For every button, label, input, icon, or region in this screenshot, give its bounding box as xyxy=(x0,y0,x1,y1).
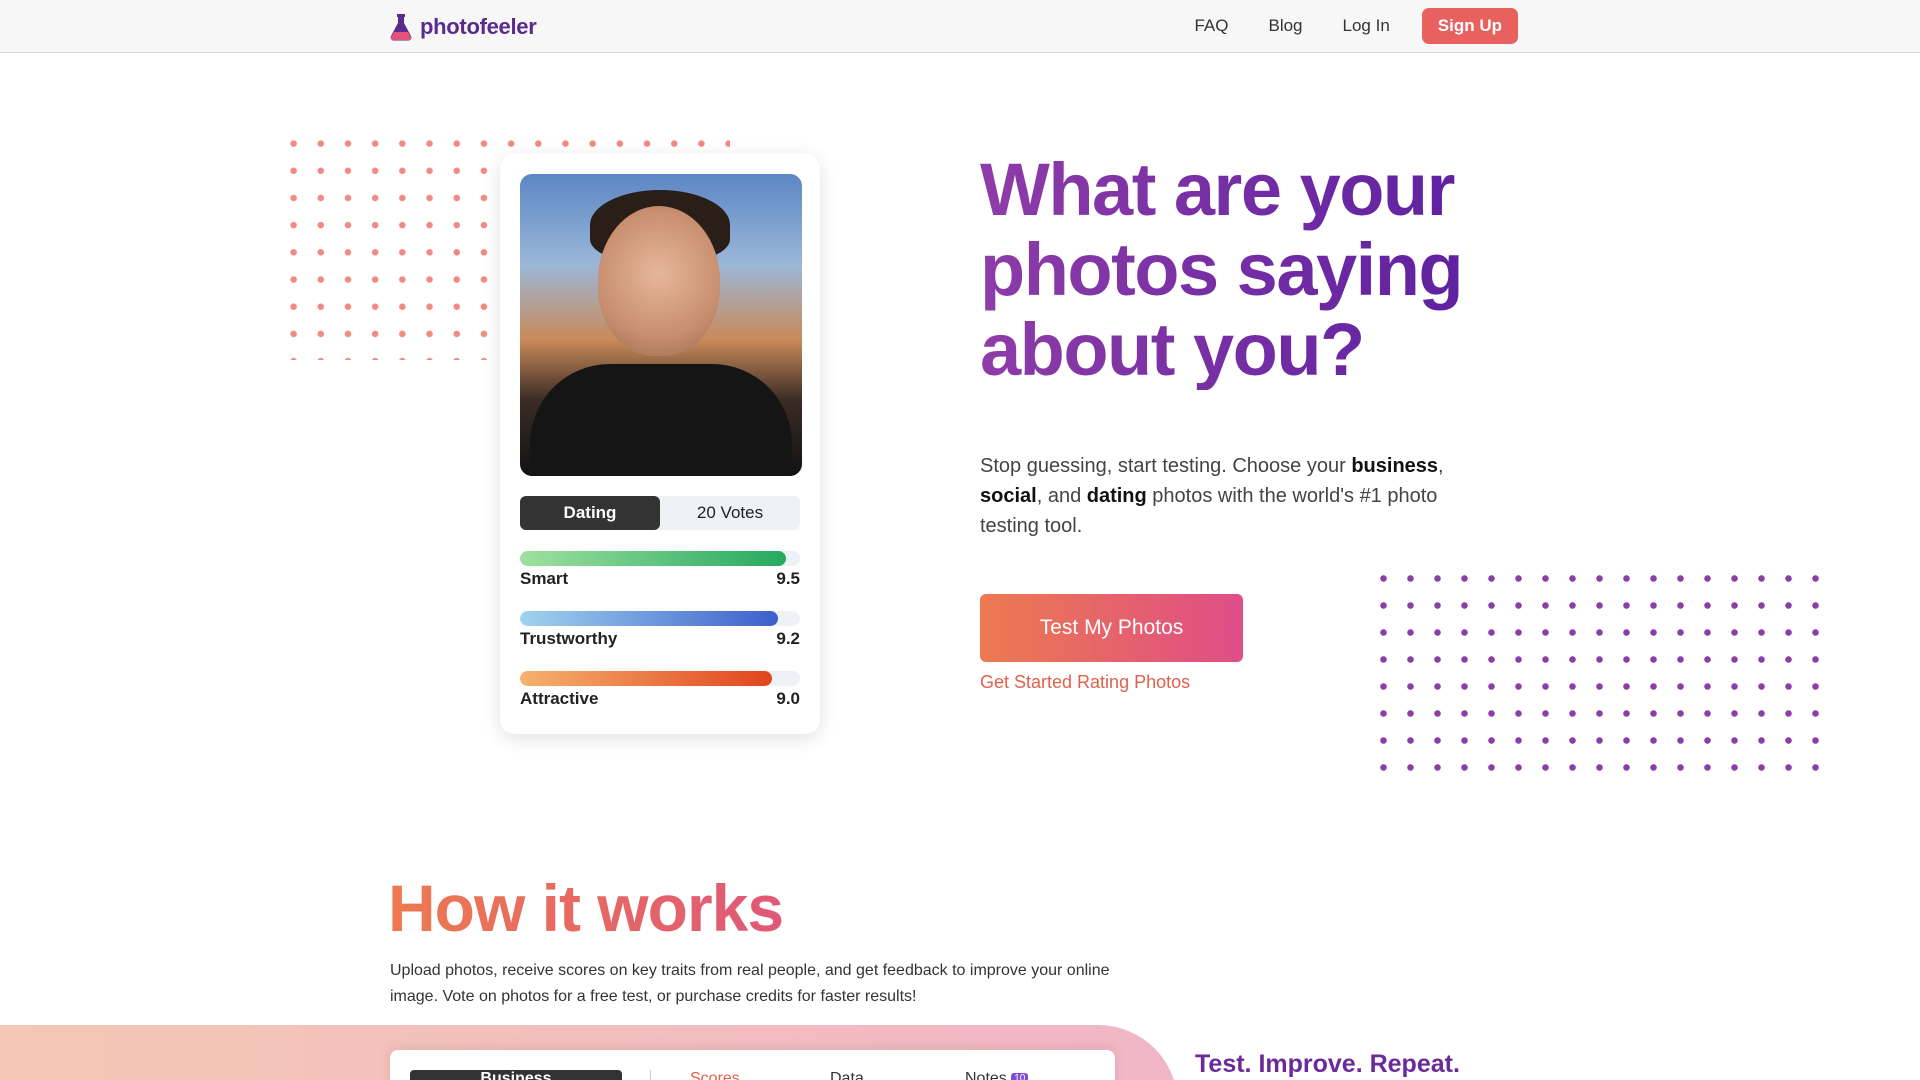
demo-card: Business Scores Data Notes 10 xyxy=(390,1050,1115,1080)
tab-data[interactable]: Data xyxy=(830,1070,864,1080)
hero-headline: What are your photos saying about you? xyxy=(980,150,1500,390)
logo-text: photofeeler xyxy=(420,14,537,39)
hero-subtext: Stop guessing, start testing. Choose you… xyxy=(980,455,1444,537)
card-tabs: Dating 20 Votes xyxy=(520,496,800,530)
flask-icon xyxy=(390,14,412,41)
main-nav: FAQ Blog Log In Sign Up xyxy=(1174,8,1518,44)
score-bar-attractive xyxy=(520,671,772,686)
trait-label: Attractive xyxy=(520,689,599,708)
notes-count-badge: 10 xyxy=(1011,1073,1029,1080)
decorative-dots-purple xyxy=(1370,565,1830,780)
nav-login-link[interactable]: Log In xyxy=(1323,8,1410,44)
tab-notes[interactable]: Notes 10 xyxy=(965,1070,1029,1080)
trait-score: 9.5 xyxy=(776,569,800,588)
nav-blog-link[interactable]: Blog xyxy=(1248,8,1322,44)
top-navbar: photofeeler FAQ Blog Log In Sign Up xyxy=(0,0,1920,53)
trait-attractive: Attractive 9.0 xyxy=(520,671,800,709)
logo[interactable]: photofeeler xyxy=(388,12,537,42)
tab-business[interactable]: Business xyxy=(410,1070,622,1080)
tagline: Test. Improve. Repeat. xyxy=(1195,1050,1460,1078)
trait-label: Smart xyxy=(520,569,569,588)
tab-scores[interactable]: Scores xyxy=(690,1070,740,1080)
trait-label: Trustworthy xyxy=(520,629,618,648)
get-started-link[interactable]: Get Started Rating Photos xyxy=(980,672,1190,693)
profile-photo xyxy=(520,174,802,476)
trait-score: 9.2 xyxy=(776,629,800,648)
signup-button[interactable]: Sign Up xyxy=(1421,8,1518,44)
how-it-works-title: How it works xyxy=(388,871,784,945)
score-bar-smart xyxy=(520,551,786,566)
score-bar-trustworthy xyxy=(520,611,778,626)
tab-dating[interactable]: Dating xyxy=(520,496,660,530)
score-card: Dating 20 Votes Smart 9.5 Trustworthy 9.2 … xyxy=(500,154,820,734)
nav-faq-link[interactable]: FAQ xyxy=(1174,8,1248,44)
trait-trustworthy: Trustworthy 9.2 xyxy=(520,611,800,649)
trait-score: 9.0 xyxy=(776,689,800,708)
how-it-works-text: Upload photos, receive scores on key tra… xyxy=(390,962,1110,1005)
trait-smart: Smart 9.5 xyxy=(520,551,800,589)
test-my-photos-button[interactable]: Test My Photos xyxy=(980,594,1243,662)
tab-votes[interactable]: 20 Votes xyxy=(660,496,800,530)
